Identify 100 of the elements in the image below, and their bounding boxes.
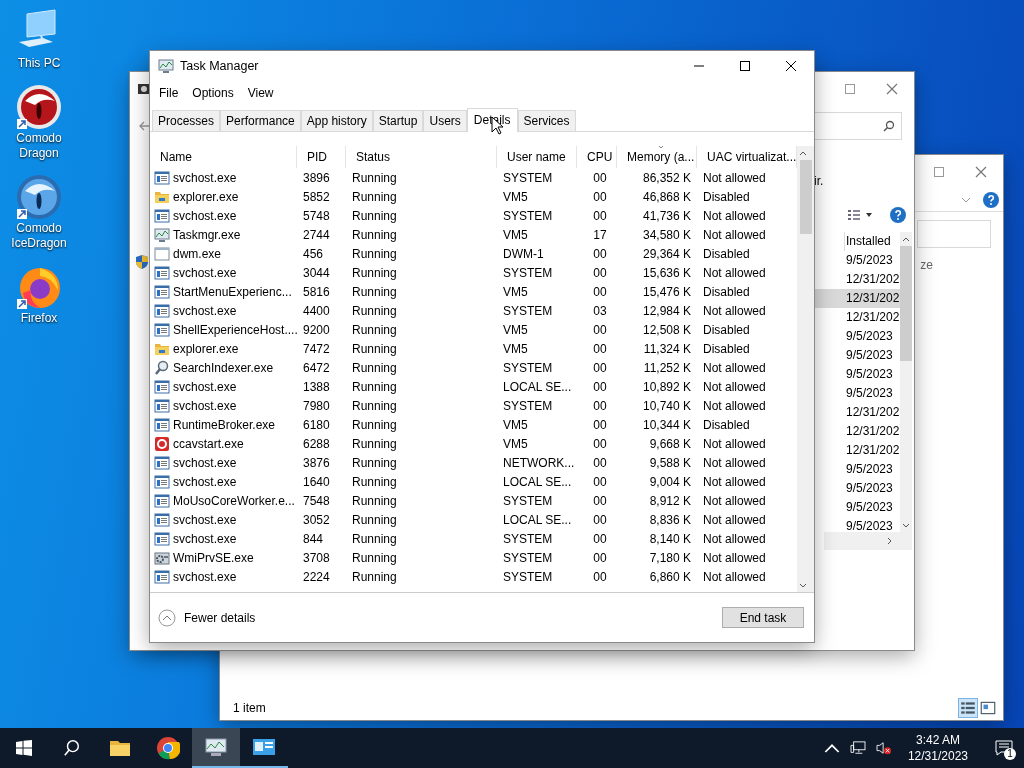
name-cell: explorer.exe: [173, 341, 239, 356]
tiles-view-icon[interactable]: [979, 699, 997, 717]
dragon-eye-icon[interactable]: [15, 83, 63, 131]
help-icon[interactable]: [890, 207, 906, 223]
pid-cell-text: 6472: [302, 360, 331, 375]
installed-date-cell[interactable]: 12/31/202: [814, 441, 900, 460]
desktop-icon-label[interactable]: This PC: [2, 56, 76, 71]
program-window-icon: [154, 207, 170, 224]
ring-badge-icon: [154, 435, 170, 452]
column-header[interactable]: User name: [497, 146, 577, 168]
memory-cell-text: 9,668 K: [648, 436, 692, 451]
user-cell-text: VM5: [502, 436, 529, 451]
user-cell-text: VM5: [502, 284, 529, 299]
pid-cell-text: 3708: [302, 550, 331, 565]
status-cell-text: Running: [351, 341, 398, 356]
installed-date-cell[interactable]: 12/31/202: [814, 308, 900, 327]
cpu-cell-text: 00: [592, 189, 608, 204]
monitor-chart-icon: [154, 226, 170, 243]
installed-date-cell[interactable]: 9/5/2023: [814, 479, 900, 498]
program-window-icon: [154, 283, 170, 300]
desktop-icon-label[interactable]: Comodo IceDragon: [2, 221, 76, 251]
installed-date-cell[interactable]: 12/31/202: [814, 289, 900, 308]
help-icon[interactable]: [983, 192, 999, 208]
clock[interactable]: 3:42 AM 12/31/2023: [901, 732, 974, 764]
tab[interactable]: Processes: [152, 110, 221, 131]
details-view-icon[interactable]: [959, 699, 977, 717]
cpu-cell-text: 00: [592, 417, 608, 432]
tab[interactable]: Services: [517, 110, 576, 131]
name-cell: ShellExperienceHost....: [173, 322, 298, 337]
cpu-cell-text: 00: [592, 208, 608, 223]
horizontal-scrollbar[interactable]: [824, 532, 912, 550]
user-cell-text: LOCAL SE...: [502, 379, 573, 394]
menu-item[interactable]: Options: [192, 86, 234, 100]
column-header[interactable]: CPU: [577, 146, 617, 168]
installed-date-cell[interactable]: 9/5/2023: [814, 251, 900, 270]
cpu-cell-text: 00: [592, 436, 608, 451]
scroll-thumb[interactable]: [900, 246, 912, 361]
column-header[interactable]: PID: [297, 146, 346, 168]
taskbar-app[interactable]: [192, 728, 240, 768]
memory-cell-text: 15,636 K: [641, 265, 692, 280]
installed-date-cell[interactable]: 9/5/2023: [814, 460, 900, 479]
dragon-eye-icon[interactable]: [15, 173, 63, 221]
installed-date-cell[interactable]: 12/31/202: [814, 403, 900, 422]
installed-date-cell[interactable]: 9/5/2023: [814, 365, 900, 384]
window-icon: [154, 245, 170, 262]
memory-cell-text: 12,508 K: [641, 322, 692, 337]
cpu-cell-text: 00: [592, 398, 608, 413]
tab[interactable]: App history: [300, 110, 373, 131]
memory-cell-text: 10,344 K: [641, 417, 692, 432]
message-icon: [995, 740, 1013, 756]
back-arrow-icon[interactable]: [138, 120, 150, 132]
menu-item[interactable]: View: [247, 86, 274, 100]
desktop-icon-label[interactable]: Comodo Dragon: [2, 131, 76, 161]
column-header[interactable]: Name: [150, 146, 297, 168]
close-icon[interactable]: [975, 166, 987, 178]
status-cell-text: Running: [351, 379, 398, 394]
installed-date-cell[interactable]: 9/5/2023: [814, 384, 900, 403]
tab[interactable]: Users: [423, 110, 467, 131]
chevron-icon[interactable]: [961, 197, 971, 203]
end-task-button[interactable]: End task: [722, 607, 804, 628]
name-cell: svchost.exe: [173, 474, 237, 489]
installed-date-cell[interactable]: 12/31/202: [814, 422, 900, 441]
uac-cell-text: Disabled: [702, 189, 751, 204]
uac-cell-text: Not allowed: [702, 531, 767, 546]
installed-date-cell[interactable]: 9/5/2023: [814, 498, 900, 517]
installed-date-cell[interactable]: 9/5/2023: [814, 346, 900, 365]
scroll-right-icon[interactable]: [887, 537, 892, 545]
memory-cell-text: 8,836 K: [648, 512, 692, 527]
scroll-thumb[interactable]: [799, 160, 812, 234]
column-header[interactable]: ze: [920, 258, 933, 272]
uac-cell-text: Not allowed: [702, 569, 767, 584]
muted-speaker-icon[interactable]: [875, 741, 892, 755]
gear-window-icon: [154, 549, 170, 566]
desktop-icon-label[interactable]: Firefox: [2, 311, 76, 326]
network-icon[interactable]: [849, 741, 866, 755]
installed-date-cell[interactable]: 9/5/2023: [814, 517, 900, 536]
shield-icon[interactable]: [135, 254, 149, 270]
menu-item[interactable]: File: [159, 86, 179, 100]
tab[interactable]: Startup: [372, 110, 424, 131]
description-text: ir.: [814, 174, 824, 188]
fewer-details-button[interactable]: Fewer details: [158, 608, 256, 627]
installed-date-cell[interactable]: 12/31/202: [814, 270, 900, 289]
browser-icon: [156, 736, 180, 760]
notifications-button[interactable]: 1: [984, 728, 1024, 768]
user-cell-text: LOCAL SE...: [502, 512, 573, 527]
tab[interactable]: Performance: [220, 110, 301, 131]
scrollbar[interactable]: [797, 146, 814, 592]
view-options-icon[interactable]: [846, 208, 874, 222]
user-cell-text: SYSTEM: [502, 493, 554, 508]
close-icon[interactable]: [886, 83, 898, 95]
uac-cell-text: Not allowed: [702, 512, 767, 527]
installed-date-cell[interactable]: 9/5/2023: [814, 327, 900, 346]
time-text: 3:42 AM: [915, 732, 960, 748]
column-header[interactable]: Status: [346, 146, 497, 168]
scrollbar[interactable]: [900, 232, 912, 532]
search-field[interactable]: [917, 220, 991, 248]
column-header[interactable]: Memory (a...: [617, 146, 697, 168]
column-header[interactable]: Installed: [846, 232, 900, 251]
name-cell: ccavstart.exe: [173, 436, 244, 451]
memory-cell-text: 10,892 K: [641, 379, 692, 394]
